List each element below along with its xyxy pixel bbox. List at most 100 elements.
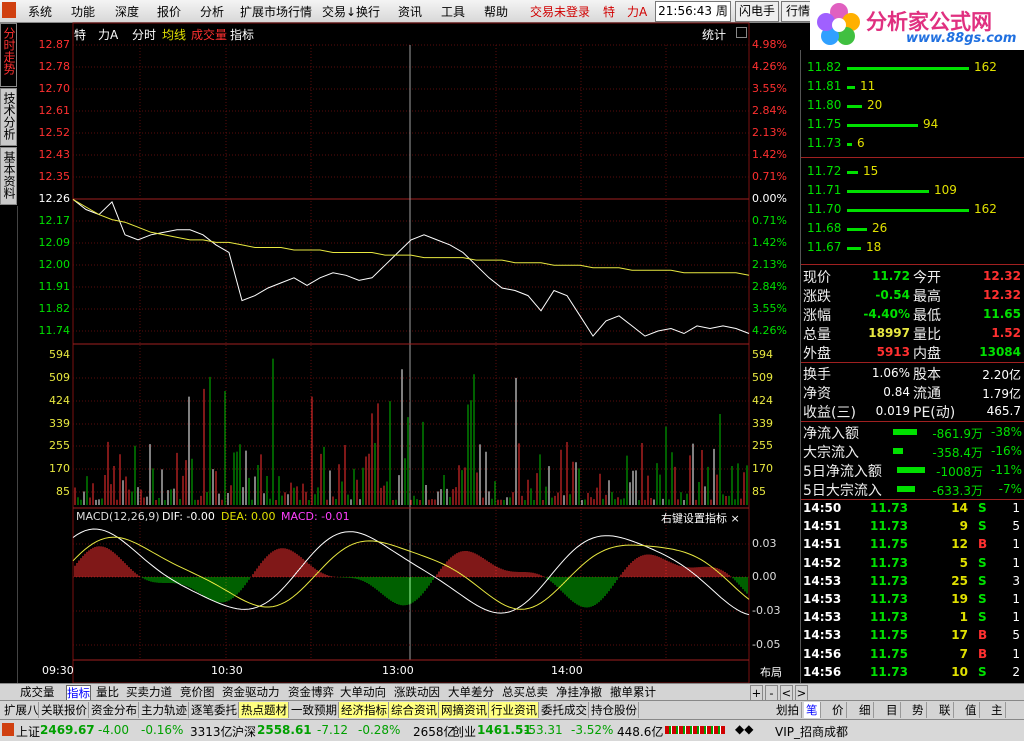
- volume-tick: 255: [49, 439, 70, 452]
- tick-side: B: [978, 537, 988, 552]
- tick-volume: 17: [951, 628, 968, 643]
- flow-label: 净流入额: [803, 426, 859, 442]
- stat-value-2: 2.20亿: [982, 368, 1021, 382]
- flow-value: -1008万: [936, 465, 983, 479]
- info-tab[interactable]: 经济指标: [339, 702, 389, 718]
- tick-side: B: [978, 628, 988, 643]
- view-tab[interactable]: 主: [989, 702, 1006, 718]
- quote-value: -0.54: [875, 288, 910, 302]
- bid-row-bar: [847, 209, 969, 212]
- flow-divider: [801, 421, 1024, 422]
- tick-count: 1: [1012, 555, 1020, 570]
- indicator-tab[interactable]: 撤单累计: [610, 685, 656, 700]
- view-tab[interactable]: 笔: [804, 702, 821, 718]
- view-tab[interactable]: 联: [937, 702, 954, 718]
- market-breadth-bar: [665, 726, 725, 734]
- flow-label: 5日净流入额: [803, 464, 882, 480]
- tick-side: B: [978, 646, 988, 661]
- info-tabs: 扩展八 关联报价 资金分布 主力轨迹 逐笔委托 热点题材 一致预期 经济指标 综合资讯 网摘资讯行…: [0, 700, 1024, 719]
- macd-settings-button[interactable]: 右键设置指标 ×: [661, 510, 740, 526]
- info-tab[interactable]: 热点题材: [239, 702, 289, 718]
- indicator-tab[interactable]: 总买总卖: [502, 685, 548, 700]
- view-tab[interactable]: 细: [857, 702, 874, 718]
- indicator-tab[interactable]: 资金博弈: [288, 685, 334, 700]
- tick-side: S: [978, 519, 987, 534]
- indicator-tab[interactable]: 买卖力道: [126, 685, 172, 700]
- tick-count: 2: [1012, 664, 1020, 679]
- quote-label: 涨跌: [803, 289, 831, 305]
- indicator-tab[interactable]: 净挂净撤: [556, 685, 602, 700]
- volume-tick-right: 509: [752, 371, 773, 384]
- tick-side: S: [978, 501, 987, 515]
- indicator-tab[interactable]: 大单差分: [448, 685, 494, 700]
- view-tab[interactable]: 势: [910, 702, 927, 718]
- tick-time: 14:53: [803, 628, 842, 643]
- tick-count: 1: [1012, 592, 1020, 606]
- view-tab[interactable]: 值: [963, 702, 980, 718]
- info-tab[interactable]: 逐笔委托: [189, 702, 239, 718]
- info-tab[interactable]: 主力轨迹: [139, 702, 189, 718]
- tick-price: 11.73: [870, 519, 908, 534]
- quote-value-2: 12.32: [983, 269, 1021, 283]
- price-tick: 12.43: [38, 148, 71, 161]
- volume-tick-right: 85: [752, 485, 766, 498]
- bid-row-bar: [847, 247, 861, 250]
- tick-price: 11.73: [870, 573, 908, 588]
- tick-time: 14:51: [803, 537, 842, 552]
- macd-tick: 0.03: [752, 537, 777, 550]
- quote-label-2: 内盘: [913, 346, 941, 362]
- tick-count: 5: [1012, 519, 1020, 534]
- quote-value: 5913: [876, 345, 910, 359]
- price-tick: 12.17: [38, 214, 71, 227]
- info-tab[interactable]: 一致预期: [289, 702, 339, 718]
- quote-label: 总量: [803, 327, 831, 343]
- info-tab[interactable]: 网摘资讯: [439, 702, 489, 718]
- status-bar: 上证 2469.67 -4.00 -0.16% 3313亿 沪深 2558.61…: [0, 719, 1024, 741]
- info-tab[interactable]: 关联报价: [39, 702, 89, 718]
- view-tab[interactable]: 划拍: [774, 702, 802, 718]
- tick-count: 1: [1012, 537, 1020, 552]
- pct-tick: 3.55%: [752, 82, 787, 95]
- ask-row-price: 11.75: [807, 117, 842, 131]
- indicator-tab[interactable]: 量比: [96, 685, 119, 700]
- view-tab[interactable]: 价: [830, 702, 847, 718]
- tick-price: 11.75: [870, 628, 908, 643]
- pct-tick: 4.26%: [752, 324, 787, 337]
- info-tab[interactable]: 持仓股份: [589, 702, 639, 718]
- quote-label-2: 最低: [913, 308, 941, 324]
- volume-tick-right: 594: [752, 348, 773, 361]
- tick-side: S: [978, 573, 987, 588]
- indicator-tab[interactable]: 资金驱动力: [222, 685, 280, 700]
- tick-side: S: [978, 610, 987, 625]
- ask-row-bar: [847, 105, 862, 108]
- price-tick: 12.87: [38, 38, 71, 51]
- ask-row-price: 11.73: [807, 136, 842, 150]
- ask-row-price: 11.82: [807, 60, 842, 74]
- sh-label: 上证: [16, 725, 41, 739]
- bid-row-vol: 109: [934, 183, 957, 197]
- info-tab[interactable]: 行业资讯: [489, 702, 539, 718]
- flow-bar: [893, 429, 917, 435]
- info-tab[interactable]: 扩展八: [2, 702, 39, 718]
- info-tab[interactable]: 综合资讯: [389, 702, 439, 718]
- flow-value: -358.4万: [932, 446, 983, 460]
- layout-button[interactable]: 布局: [760, 664, 782, 680]
- quote-label: 外盘: [803, 346, 831, 362]
- indicator-tab[interactable]: 竞价图: [180, 685, 215, 700]
- info-tab[interactable]: 委托成交: [539, 702, 589, 718]
- sh-index: 2469.67: [40, 723, 95, 737]
- info-tab[interactable]: 资金分布: [89, 702, 139, 718]
- indicator-tab[interactable]: 大单动向: [340, 685, 386, 700]
- sz-amount: 2658亿: [413, 725, 456, 739]
- tick-time: 14:53: [803, 592, 842, 606]
- pct-tick: 3.55%: [752, 302, 787, 315]
- flow-label: 5日大宗流入: [803, 483, 882, 499]
- indicator-tab[interactable]: 涨跌动因: [394, 685, 440, 700]
- bid-row-vol: 162: [974, 202, 997, 216]
- view-tab[interactable]: 目: [884, 702, 901, 718]
- tick-time: 14:56: [803, 664, 842, 679]
- macd-dea: DEA: 0.00: [221, 510, 276, 523]
- indicator-tab[interactable]: 成交量: [20, 685, 55, 700]
- price-tick: 12.09: [38, 236, 71, 249]
- pct-tick: 4.98%: [752, 38, 787, 51]
